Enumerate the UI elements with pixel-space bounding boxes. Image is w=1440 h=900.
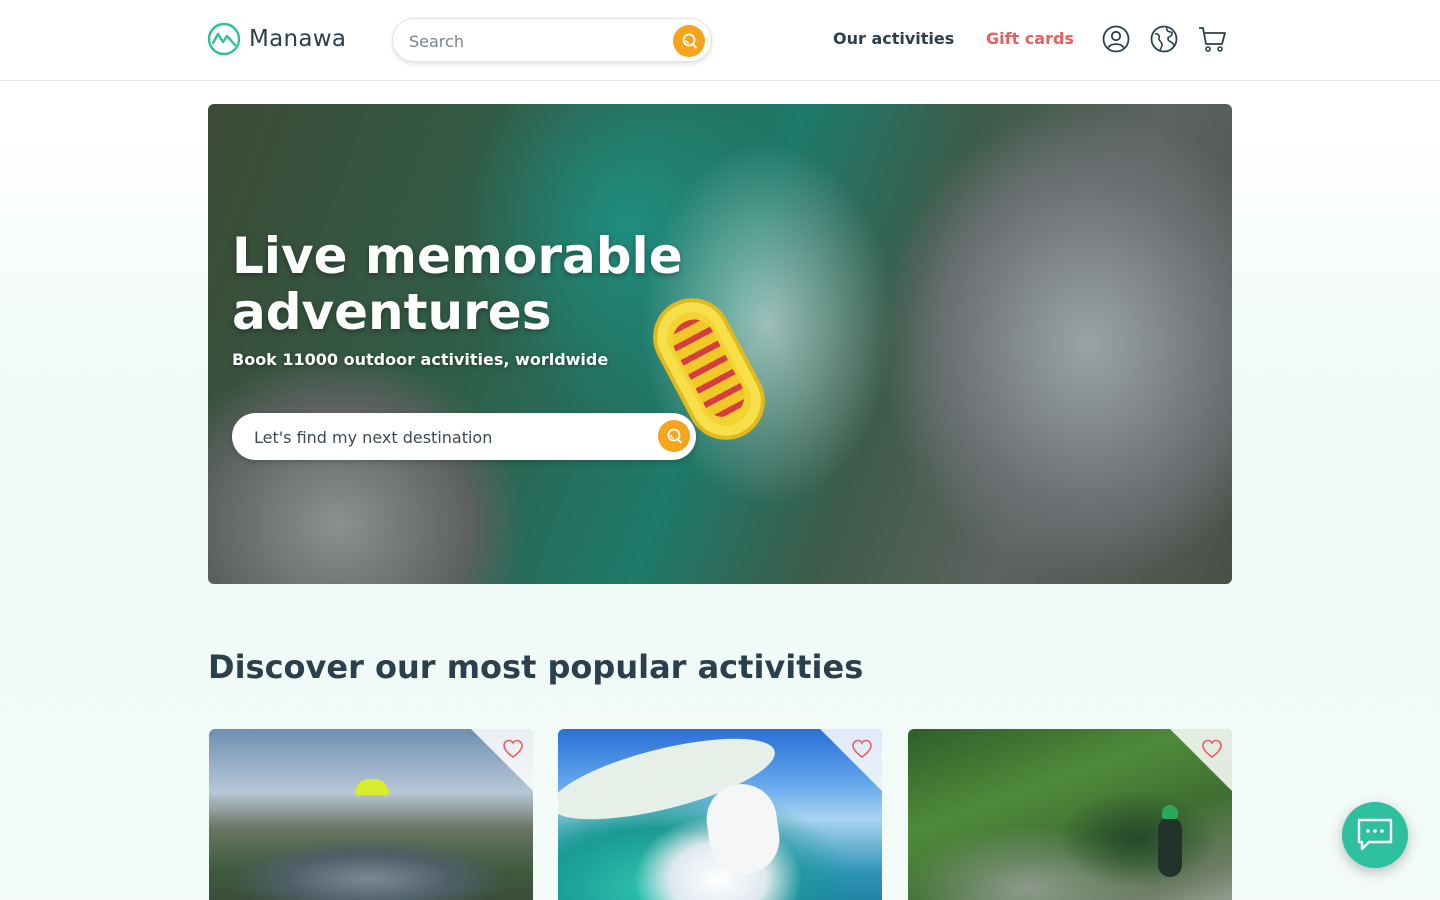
- chat-button[interactable]: [1342, 802, 1408, 868]
- account-button[interactable]: [1101, 24, 1131, 54]
- heart-icon[interactable]: [1201, 738, 1223, 760]
- language-button[interactable]: [1149, 24, 1179, 54]
- logo-link[interactable]: Manawa: [207, 22, 346, 56]
- hero-banner: Live memorable adventures Book 11000 out…: [208, 104, 1232, 584]
- hero-title: Live memorable adventures: [232, 227, 683, 341]
- heart-icon[interactable]: [502, 738, 524, 760]
- search-button[interactable]: [673, 25, 705, 57]
- user-icon: [1102, 25, 1130, 53]
- cart-icon: [1199, 27, 1226, 52]
- manawa-logo-icon: [207, 22, 241, 56]
- globe-icon: [1150, 25, 1178, 53]
- destination-search-input[interactable]: [254, 425, 644, 449]
- nav-our-activities[interactable]: Our activities: [833, 29, 954, 48]
- heart-icon[interactable]: [851, 738, 873, 760]
- site-header: Manawa Our activities Gift cards: [0, 0, 1440, 81]
- header-search: [392, 18, 712, 62]
- search-icon: [682, 33, 697, 49]
- search-input[interactable]: [409, 29, 659, 53]
- hero-subtitle: Book 11000 outdoor activities, worldwide: [232, 350, 609, 369]
- activity-card[interactable]: [558, 729, 882, 900]
- cart-button[interactable]: [1197, 24, 1227, 54]
- nav-gift-cards[interactable]: Gift cards: [986, 29, 1074, 48]
- hero-search: [232, 413, 696, 460]
- popular-activities-title: Discover our most popular activities: [208, 648, 864, 686]
- hero-search-button[interactable]: [658, 420, 690, 452]
- activity-card[interactable]: [908, 729, 1232, 900]
- chat-icon: [1357, 818, 1393, 851]
- paraglider-shape: [355, 779, 389, 795]
- logo-text: Manawa: [249, 26, 347, 52]
- canyoner-shape: [1158, 805, 1182, 877]
- search-icon: [667, 428, 682, 444]
- activity-card[interactable]: [209, 729, 533, 900]
